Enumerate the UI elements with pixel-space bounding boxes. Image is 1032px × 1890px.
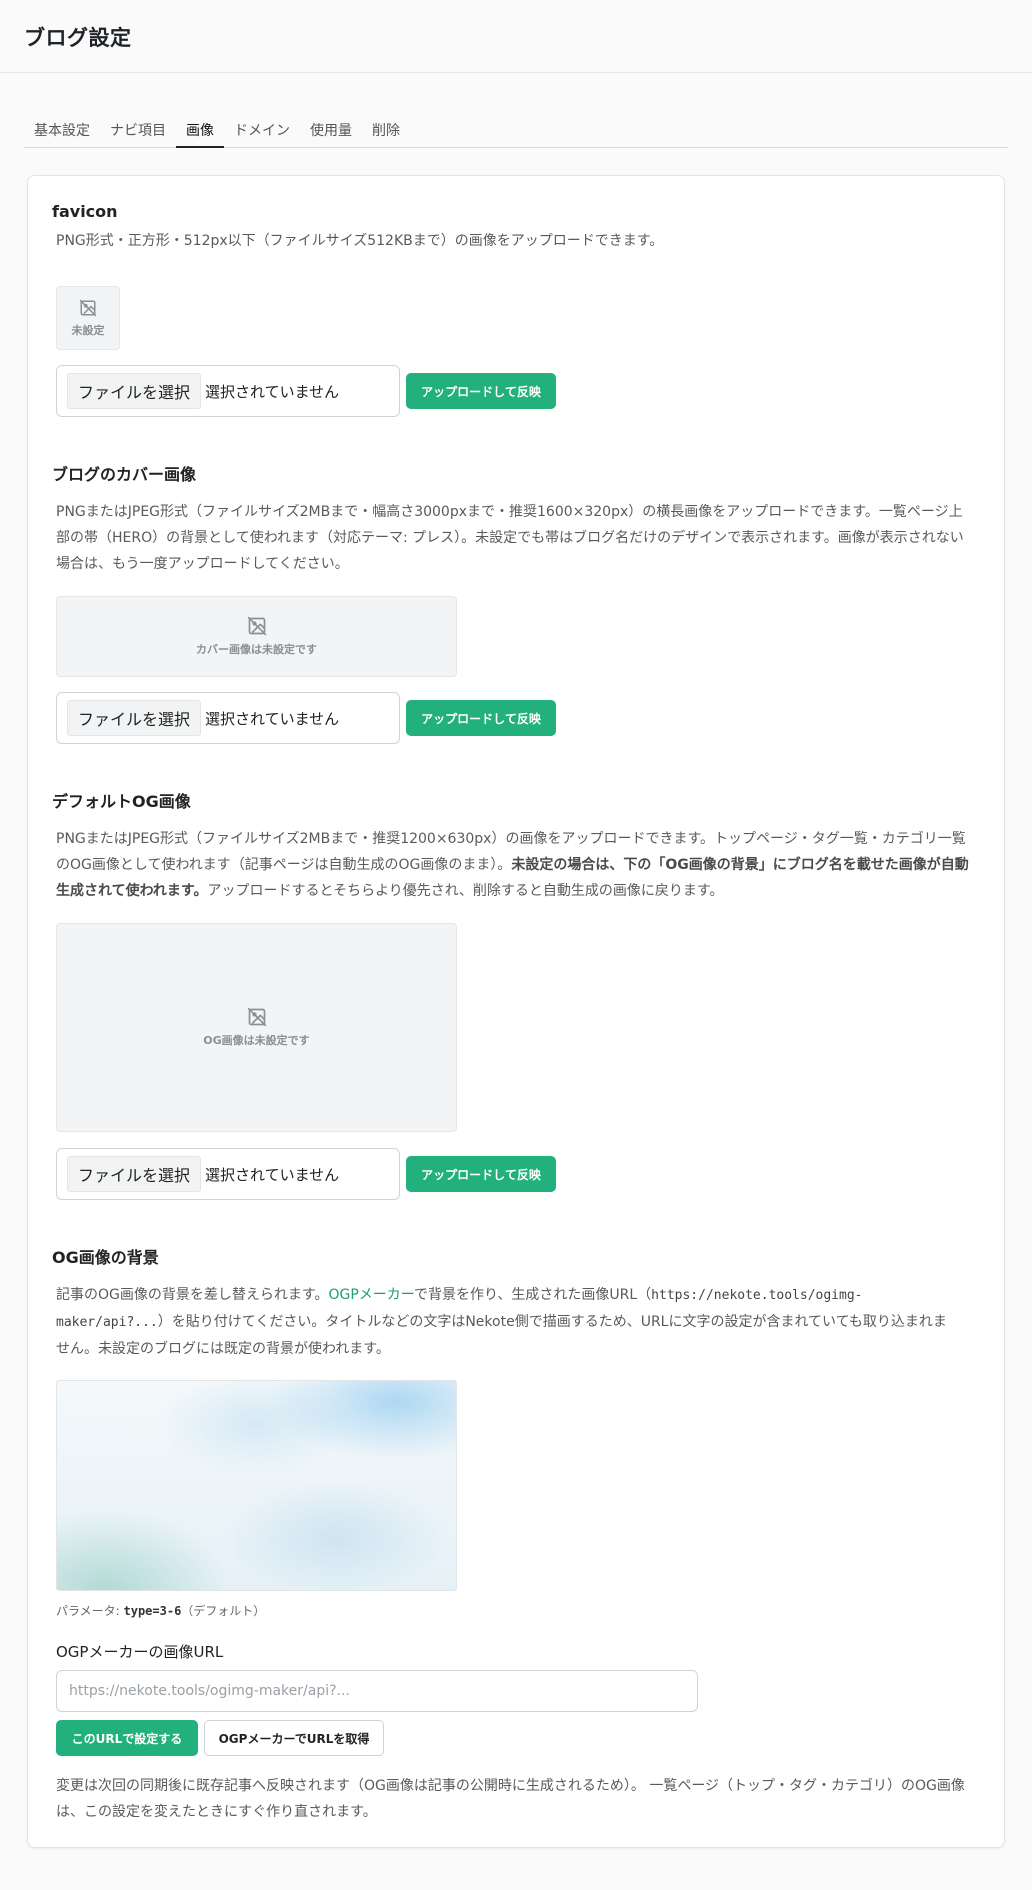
og-bg-desc-3: せん。未設定のブログには既定の背景が使われます。 (56, 1341, 390, 1357)
page-header: ブログ設定 (0, 0, 1032, 73)
cover-file-input[interactable]: ファイルを選択 選択されていません (56, 692, 400, 744)
set-url-button[interactable]: このURLで設定する (56, 1720, 198, 1756)
og-default-desc-line-1: PNGまたはJPEG形式（ファイルサイズ2MBまで・推奨1200×630px）の… (56, 831, 966, 847)
cover-image-placeholder: カバー画像は未設定です (56, 596, 457, 677)
favicon-section-title: favicon (52, 202, 118, 221)
ogp-url-field-label: OGPメーカーの画像URL (56, 1643, 224, 1661)
tab-images[interactable]: 画像 (176, 116, 224, 148)
get-url-from-ogp-maker-button[interactable]: OGPメーカーでURLを取得 (204, 1720, 384, 1756)
cover-upload-button[interactable]: アップロードして反映 (406, 700, 556, 736)
og-bg-section-title: OG画像の背景 (52, 1248, 159, 1267)
og-default-file-status: 選択されていません (205, 1165, 340, 1184)
favicon-choose-file-button[interactable]: ファイルを選択 (67, 373, 202, 409)
og-default-image-placeholder: OG画像は未設定です (56, 923, 457, 1132)
param-value: type=3-6 (123, 1604, 182, 1618)
og-default-file-input[interactable]: ファイルを選択 選択されていません (56, 1148, 400, 1200)
cover-choose-file-button[interactable]: ファイルを選択 (67, 700, 202, 736)
cover-desc-line-2: 部の帯（HERO）の背景として使われます（対応テーマ: プレス）。未設定でも帯は… (56, 530, 964, 546)
og-background-preview-image (56, 1380, 457, 1591)
og-default-choose-file-button[interactable]: ファイルを選択 (67, 1156, 202, 1192)
cover-section-title: ブログのカバー画像 (52, 465, 197, 484)
og-bg-description: 記事のOG画像の背景を差し替えられます。OGPメーカーで背景を作り、生成された画… (56, 1282, 1016, 1362)
favicon-placeholder-label: 未設定 (71, 323, 105, 337)
og-bg-note-line-2: は、この設定を変えたときにすぐ作り直されます。 (56, 1804, 377, 1820)
og-default-desc-line-3b: アップロードするとそちらより優先され、削除すると自動生成の画像に戻ります。 (207, 883, 724, 899)
favicon-upload-button[interactable]: アップロードして反映 (406, 373, 556, 409)
cover-file-status: 選択されていません (205, 709, 340, 728)
image-off-icon (79, 299, 97, 316)
og-bg-parameter-note: パラメータ: type=3-6（デフォルト） (56, 1602, 265, 1619)
tab-delete[interactable]: 削除 (362, 116, 410, 147)
cover-desc-line-1: PNGまたはJPEG形式（ファイルサイズ2MBまで・幅高さ3000pxまで・推奨… (56, 504, 963, 520)
cover-description: PNGまたはJPEG形式（ファイルサイズ2MBまで・幅高さ3000pxまで・推奨… (56, 499, 1016, 577)
ogp-url-input[interactable] (56, 1670, 698, 1712)
og-bg-sync-note: 変更は次回の同期後に既存記事へ反映されます（OG画像は記事の公開時に生成されるた… (56, 1773, 1016, 1825)
tab-basic[interactable]: 基本設定 (24, 116, 100, 147)
og-default-description: PNGまたはJPEG形式（ファイルサイズ2MBまで・推奨1200×630px）の… (56, 826, 1016, 904)
favicon-description: PNG形式・正方形・512px以下（ファイルサイズ512KBまで）の画像をアップ… (56, 233, 664, 249)
page-title: ブログ設定 (24, 26, 132, 50)
cover-placeholder-label: カバー画像は未設定です (196, 643, 317, 656)
og-bg-desc-1a: 記事のOG画像の背景を差し替えられます。 (56, 1287, 329, 1303)
og-bg-desc-2b: ）を貼り付けてください。タイトルなどの文字はNekote側で描画するため、URL… (157, 1314, 947, 1330)
favicon-file-status: 選択されていません (205, 382, 340, 401)
images-settings-card: favicon PNG形式・正方形・512px以下（ファイルサイズ512KBまで… (27, 175, 1005, 1848)
og-bg-note-line-1: 変更は次回の同期後に既存記事へ反映されます（OG画像は記事の公開時に生成されるた… (56, 1778, 965, 1794)
tab-usage[interactable]: 使用量 (300, 116, 362, 147)
image-off-icon (247, 616, 266, 636)
og-default-desc-line-3a: 生成されて使われます。 (56, 883, 208, 899)
og-bg-desc-1b: で背景を作り、生成された画像URL（ (413, 1287, 652, 1303)
favicon-file-input[interactable]: ファイルを選択 選択されていません (56, 365, 400, 417)
og-default-placeholder-label: OG画像は未設定です (203, 1034, 310, 1047)
favicon-placeholder: 未設定 (56, 286, 120, 350)
tab-nav-items[interactable]: ナビ項目 (100, 116, 176, 147)
og-default-upload-button[interactable]: アップロードして反映 (406, 1156, 556, 1192)
image-off-icon (247, 1007, 266, 1027)
og-default-desc-line-2a: のOG画像として使われます（記事ページは自動生成のOG画像のまま）。 (56, 857, 512, 873)
og-default-section-title: デフォルトOG画像 (52, 792, 191, 811)
tab-domain[interactable]: ドメイン (224, 116, 300, 147)
settings-tabs: 基本設定 ナビ項目 画像 ドメイン 使用量 削除 (24, 116, 1008, 148)
og-bg-desc-2-code: maker/api?... (56, 1315, 158, 1330)
ogp-maker-link[interactable]: OGPメーカー (328, 1287, 413, 1303)
param-label: パラメータ: (56, 1604, 124, 1618)
param-suffix: （デフォルト） (181, 1604, 266, 1618)
og-bg-desc-1-code: https://nekote.tools/ogimg- (651, 1288, 863, 1303)
og-default-desc-line-2b: 未設定の場合は、下の「OG画像の背景」にブログ名を載せた画像が自動 (511, 857, 969, 873)
cover-desc-line-3: 場合は、もう一度アップロードしてください。 (56, 556, 349, 572)
